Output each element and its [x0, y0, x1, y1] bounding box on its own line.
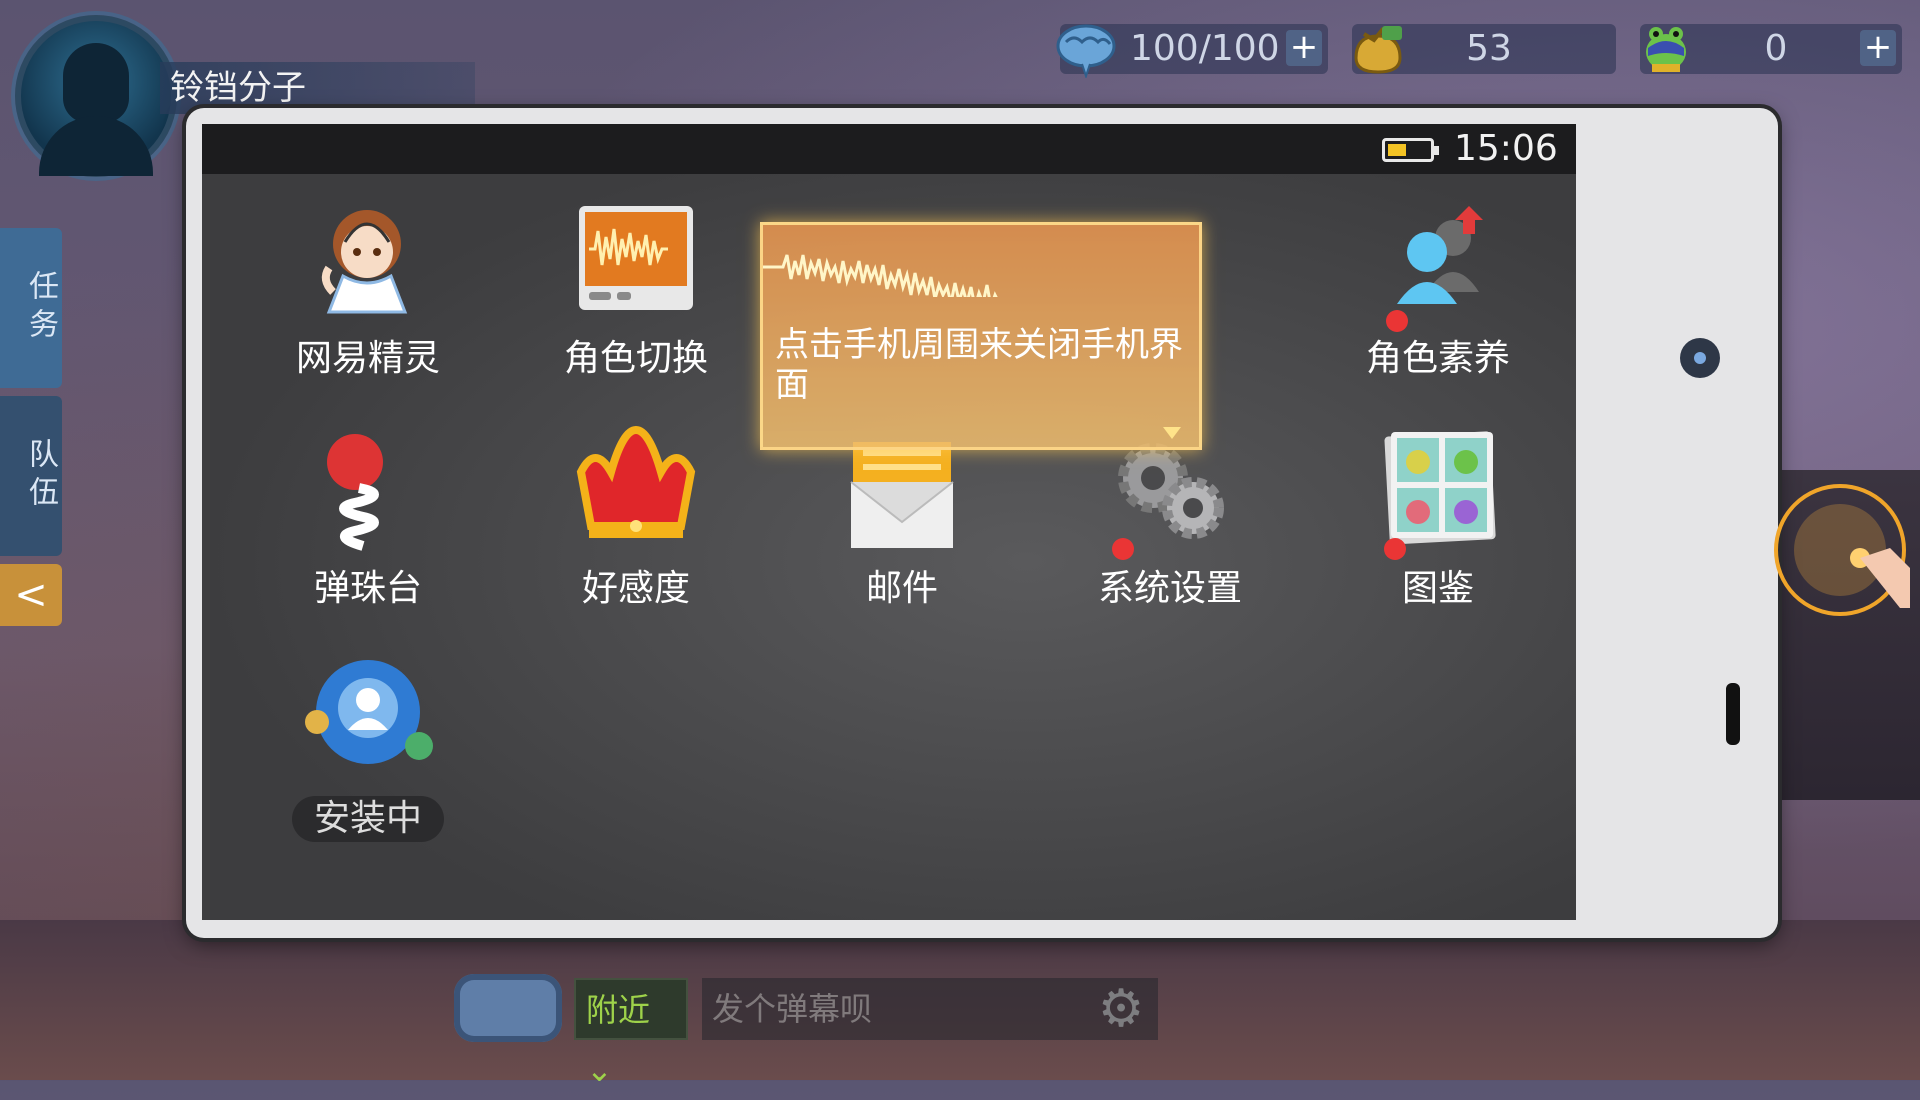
app-system-settings[interactable]: 系统设置	[1060, 422, 1280, 612]
add-energy-button[interactable]: +	[1286, 30, 1322, 66]
chat-input[interactable]: 发个弹幕呗	[702, 978, 1158, 1040]
frog-counter: 0 +	[1640, 24, 1902, 74]
coin-pouch-icon	[1354, 26, 1402, 74]
app-label: 角色素养	[1365, 338, 1510, 379]
player-name: 铃铛分子	[160, 62, 475, 114]
sprite-girl-icon	[321, 210, 408, 314]
notification-dot	[1384, 538, 1406, 560]
battery-icon	[1382, 138, 1439, 162]
app-mail[interactable]: 邮件	[792, 422, 1012, 612]
avatar-head-silhouette	[63, 43, 129, 123]
chat-channel-select[interactable]: 附近 ⌄	[574, 978, 688, 1089]
app-affection[interactable]: 好感度	[526, 422, 746, 612]
phone-clock: 15:06	[1454, 128, 1558, 169]
chat-channel-label: 附近	[586, 991, 651, 1029]
pinball-spring-icon	[327, 434, 383, 551]
player-avatar[interactable]	[15, 15, 177, 177]
frog-icon	[1646, 27, 1686, 72]
notification-dot	[1386, 310, 1408, 332]
energy-counter: 100/100 +	[1056, 24, 1328, 78]
crown-icon	[576, 425, 696, 538]
coin-counter: 53	[1352, 24, 1616, 74]
tab-team[interactable]: 队伍	[0, 396, 62, 556]
soundwave-monitor-icon	[579, 206, 693, 310]
app-label: 好感度	[581, 568, 690, 609]
gear-icon[interactable]: ⚙	[1092, 980, 1150, 1038]
app-netease-sprite[interactable]: 网易精灵	[258, 192, 478, 382]
notification-dot	[1112, 538, 1134, 560]
app-installing[interactable]: 安装中	[258, 652, 478, 842]
app-collection[interactable]: 图鉴	[1328, 422, 1548, 612]
installing-pill-wrapper: 安装中	[258, 796, 478, 842]
app-label: 角色切换	[563, 338, 708, 379]
add-frog-button[interactable]: +	[1860, 30, 1896, 66]
phone-camera	[1680, 338, 1720, 378]
phone-side-slot	[1726, 683, 1740, 745]
app-character-cultivation[interactable]: 角色素养	[1328, 192, 1548, 382]
brain-icon	[1056, 24, 1116, 78]
chevron-left-icon[interactable]: <	[0, 564, 62, 626]
app-label: 邮件	[865, 568, 938, 609]
app-pinball[interactable]: 弹珠台	[258, 422, 478, 612]
frog-album-icon	[1384, 431, 1496, 545]
frog-value: 0	[1764, 28, 1788, 69]
tap-hint-hand-icon	[1774, 484, 1910, 616]
app-character-switch[interactable]: 角色切换	[526, 192, 746, 382]
social-avatar-icon	[305, 660, 433, 764]
app-label: 系统设置	[1097, 568, 1242, 609]
tab-tasks[interactable]: 任务	[0, 228, 62, 388]
battery-level-fill	[1388, 144, 1406, 156]
close-phone-tooltip: 点击手机周围来关闭手机界面	[760, 222, 1202, 450]
app-label: 弹珠台	[313, 568, 422, 609]
chevron-down-icon	[1163, 427, 1181, 439]
chat-toggle-button[interactable]	[454, 974, 562, 1042]
app-label: 图鉴	[1401, 568, 1474, 609]
soundwave-decoration	[763, 254, 998, 297]
character-upgrade-icon	[1397, 206, 1483, 304]
phone-status-bar: 15:06	[202, 124, 1576, 174]
energy-value: 100/100	[1130, 28, 1280, 69]
tooltip-text: 点击手机周围来关闭手机界面	[775, 325, 1183, 405]
avatar-body-silhouette	[39, 116, 153, 176]
app-label: 安装中	[291, 796, 444, 842]
app-label: 网易精灵	[295, 338, 440, 379]
coin-value: 53	[1466, 28, 1512, 69]
